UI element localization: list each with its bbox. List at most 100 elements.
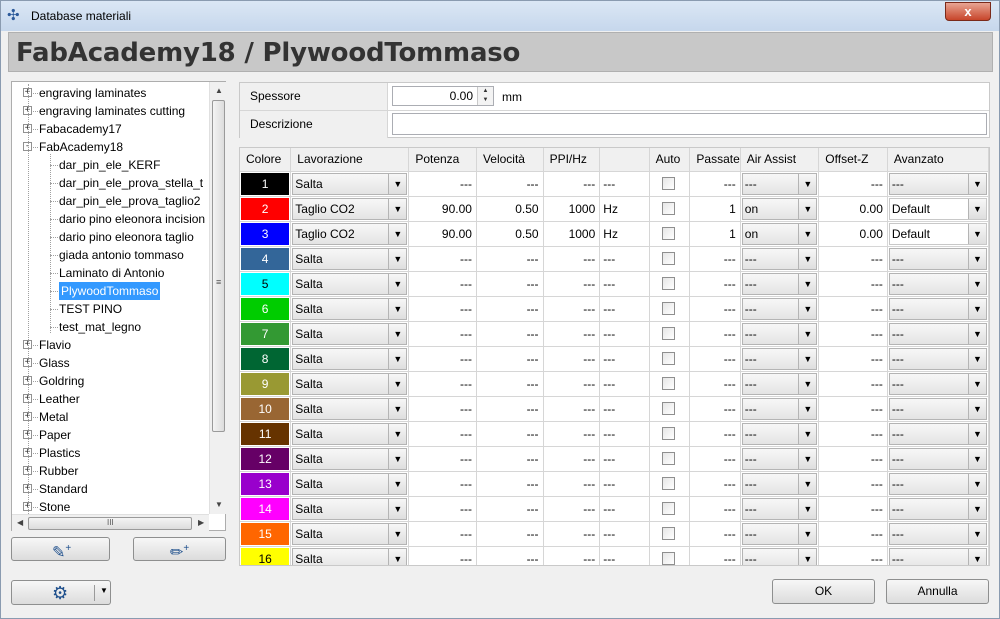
auto-cell[interactable]: [649, 496, 691, 522]
offset-z-cell[interactable]: ---: [818, 521, 888, 547]
ppi-cell[interactable]: ---: [543, 396, 601, 422]
auto-cell[interactable]: [649, 396, 691, 422]
chevron-down-icon[interactable]: ▼: [388, 523, 407, 544]
unit-cell[interactable]: ---: [599, 346, 650, 372]
chevron-down-icon[interactable]: ▼: [798, 448, 817, 469]
air-assist-cell[interactable]: --- ▼: [740, 271, 820, 297]
avanzato-cell[interactable]: --- ▼: [887, 521, 989, 547]
dropdown[interactable]: Salta ▼: [292, 447, 408, 470]
tree-item[interactable]: + Goldring: [12, 372, 208, 390]
lavorazione-cell[interactable]: Salta ▼: [290, 471, 410, 497]
potenza-cell[interactable]: ---: [408, 171, 477, 197]
dropdown[interactable]: --- ▼: [741, 372, 818, 395]
ppi-cell[interactable]: ---: [543, 171, 601, 197]
unit-cell[interactable]: ---: [599, 496, 650, 522]
ppi-cell[interactable]: ---: [543, 496, 601, 522]
chevron-down-icon[interactable]: ▼: [388, 548, 407, 565]
tree-item[interactable]: + Fabacademy17: [12, 120, 208, 138]
dropdown[interactable]: Salta ▼: [292, 272, 408, 295]
dropdown[interactable]: Taglio CO2 ▼: [292, 222, 408, 245]
ppi-cell[interactable]: ---: [543, 296, 601, 322]
spin-down-icon[interactable]: ▼: [477, 96, 493, 105]
avanzato-cell[interactable]: Default ▼: [887, 196, 989, 222]
offset-z-cell[interactable]: ---: [818, 296, 888, 322]
offset-z-cell[interactable]: ---: [818, 446, 888, 472]
chevron-down-icon[interactable]: ▼: [798, 548, 817, 565]
color-cell[interactable]: 8: [240, 346, 292, 372]
chevron-down-icon[interactable]: ▼: [798, 323, 817, 344]
auto-checkbox[interactable]: [661, 251, 675, 265]
auto-checkbox[interactable]: [661, 401, 675, 415]
offset-z-cell[interactable]: 0.00: [818, 196, 888, 222]
avanzato-cell[interactable]: --- ▼: [887, 421, 989, 447]
air-assist-cell[interactable]: --- ▼: [740, 521, 820, 547]
chevron-down-icon[interactable]: ▼: [968, 323, 986, 344]
unit-cell[interactable]: ---: [599, 371, 650, 397]
color-cell[interactable]: 12: [240, 446, 292, 472]
tree-item[interactable]: Laminato di Antonio: [12, 264, 208, 282]
avanzato-cell[interactable]: --- ▼: [887, 171, 989, 197]
tree-item[interactable]: + engraving laminates cutting: [12, 102, 208, 120]
ppi-cell[interactable]: ---: [543, 421, 601, 447]
offset-z-cell[interactable]: ---: [818, 496, 888, 522]
chevron-down-icon[interactable]: ▼: [388, 273, 407, 294]
avanzato-cell[interactable]: --- ▼: [887, 446, 989, 472]
chevron-down-icon[interactable]: ▼: [798, 373, 817, 394]
chevron-down-icon[interactable]: ▼: [968, 523, 986, 544]
color-cell[interactable]: 10: [240, 396, 292, 422]
dropdown[interactable]: --- ▼: [888, 497, 987, 520]
auto-checkbox[interactable]: [661, 326, 675, 340]
air-assist-cell[interactable]: --- ▼: [740, 171, 820, 197]
chevron-down-icon[interactable]: ▼: [100, 586, 108, 595]
auto-cell[interactable]: [649, 421, 691, 447]
dropdown[interactable]: --- ▼: [888, 422, 987, 445]
chevron-down-icon[interactable]: ▼: [968, 198, 986, 219]
velocita-cell[interactable]: ---: [476, 446, 544, 472]
lavorazione-cell[interactable]: Salta ▼: [290, 171, 410, 197]
dropdown[interactable]: --- ▼: [888, 522, 987, 545]
column-header[interactable]: Passate: [689, 148, 741, 172]
auto-cell[interactable]: [649, 221, 691, 247]
dropdown[interactable]: --- ▼: [741, 347, 818, 370]
dropdown[interactable]: Salta ▼: [292, 522, 408, 545]
ok-button[interactable]: OK: [772, 579, 875, 604]
dropdown[interactable]: --- ▼: [741, 172, 818, 195]
chevron-down-icon[interactable]: ▼: [798, 423, 817, 444]
passate-cell[interactable]: ---: [689, 296, 741, 322]
chevron-down-icon[interactable]: ▼: [968, 498, 986, 519]
tree-item[interactable]: giada antonio tommaso: [12, 246, 208, 264]
passate-cell[interactable]: ---: [689, 271, 741, 297]
tree-item[interactable]: test_mat_legno: [12, 318, 208, 336]
unit-cell[interactable]: ---: [599, 246, 650, 272]
add-item-button[interactable]: ✏+: [133, 537, 226, 561]
lavorazione-cell[interactable]: Salta ▼: [290, 496, 410, 522]
chevron-down-icon[interactable]: ▼: [798, 173, 817, 194]
chevron-down-icon[interactable]: ▼: [798, 348, 817, 369]
passate-cell[interactable]: ---: [689, 246, 741, 272]
avanzato-cell[interactable]: Default ▼: [887, 221, 989, 247]
unit-cell[interactable]: ---: [599, 446, 650, 472]
velocita-cell[interactable]: 0.50: [476, 196, 544, 222]
passate-cell[interactable]: ---: [689, 396, 741, 422]
offset-z-cell[interactable]: ---: [818, 421, 888, 447]
dropdown[interactable]: Default ▼: [888, 197, 987, 220]
chevron-down-icon[interactable]: ▼: [388, 348, 407, 369]
unit-cell[interactable]: ---: [599, 471, 650, 497]
velocita-cell[interactable]: ---: [476, 521, 544, 547]
ppi-cell[interactable]: ---: [543, 271, 601, 297]
velocita-cell[interactable]: ---: [476, 471, 544, 497]
auto-cell[interactable]: [649, 196, 691, 222]
tree-item[interactable]: - FabAcademy18: [12, 138, 208, 156]
ppi-cell[interactable]: ---: [543, 346, 601, 372]
lavorazione-cell[interactable]: Salta ▼: [290, 446, 410, 472]
auto-cell[interactable]: [649, 296, 691, 322]
chevron-down-icon[interactable]: ▼: [388, 398, 407, 419]
offset-z-cell[interactable]: ---: [818, 346, 888, 372]
potenza-cell[interactable]: 90.00: [408, 221, 477, 247]
avanzato-cell[interactable]: --- ▼: [887, 271, 989, 297]
tree-item[interactable]: dario pino eleonora incision: [12, 210, 208, 228]
avanzato-cell[interactable]: --- ▼: [887, 321, 989, 347]
dropdown[interactable]: --- ▼: [888, 272, 987, 295]
auto-cell[interactable]: [649, 346, 691, 372]
dropdown[interactable]: Taglio CO2 ▼: [292, 197, 408, 220]
